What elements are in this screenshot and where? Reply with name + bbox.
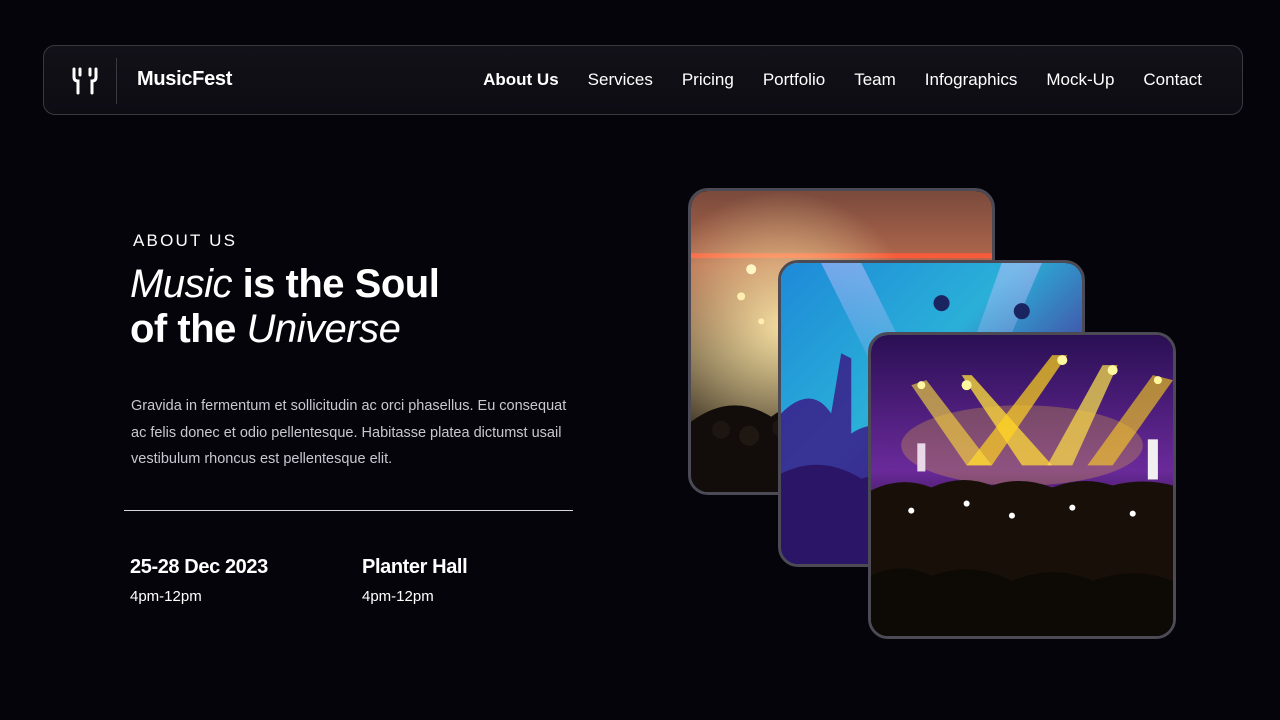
event-date-block: 25-28 Dec 2023 4pm-12pm [130, 556, 268, 605]
headline-line2-start: of the [130, 307, 247, 351]
headline-line1-rest: is the Soul [231, 262, 440, 306]
headline-word-music: Music [130, 262, 232, 306]
concert-photo-yellow-lasers [868, 332, 1176, 639]
page: MusicFest About Us Services Pricing Port… [0, 0, 1280, 720]
navbar: MusicFest About Us Services Pricing Port… [43, 45, 1243, 115]
event-date: 25-28 Dec 2023 [130, 556, 268, 578]
hero-description: Gravida in fermentum et sollicitudin ac … [131, 398, 567, 467]
nav-links: About Us Services Pricing Portfolio Team… [454, 46, 1202, 114]
hero-headline: Music is the Soul of the Universe [130, 262, 440, 352]
event-venue: Planter Hall [362, 556, 468, 578]
logo-divider [116, 58, 117, 104]
nav-link-infographics[interactable]: Infographics [925, 70, 1018, 90]
nav-link-about-us[interactable]: About Us [483, 70, 559, 90]
section-eyebrow: ABOUT US [133, 231, 238, 250]
nav-link-services[interactable]: Services [588, 70, 653, 90]
logo-icon[interactable] [72, 67, 98, 95]
event-venue-time: 4pm-12pm [362, 588, 434, 605]
headline-word-universe: Universe [246, 307, 401, 351]
nav-link-portfolio[interactable]: Portfolio [763, 70, 825, 90]
brand-name[interactable]: MusicFest [137, 68, 232, 91]
nav-link-team[interactable]: Team [854, 70, 896, 90]
event-date-time: 4pm-12pm [130, 588, 202, 605]
nav-link-pricing[interactable]: Pricing [682, 70, 734, 90]
nav-link-contact[interactable]: Contact [1143, 70, 1202, 90]
event-venue-block: Planter Hall 4pm-12pm [362, 556, 468, 605]
nav-link-mock-up[interactable]: Mock-Up [1046, 70, 1114, 90]
divider [124, 510, 573, 511]
